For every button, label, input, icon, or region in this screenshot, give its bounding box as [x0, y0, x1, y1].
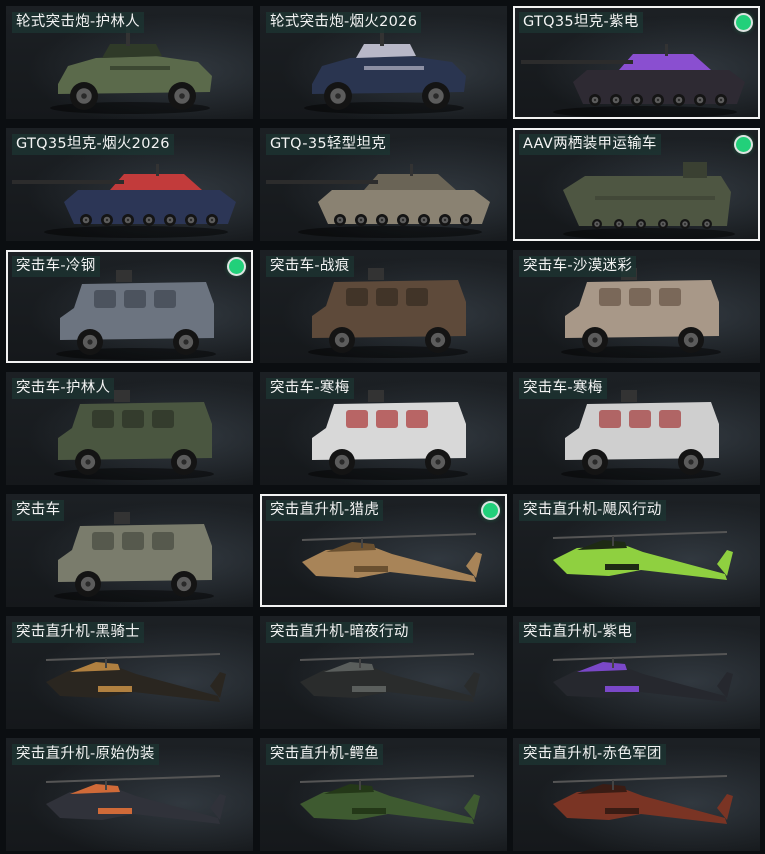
equipped-indicator-icon: [483, 503, 498, 518]
vehicle-skin-label: GTQ35坦克-烟火2026: [12, 134, 174, 155]
vehicle-skin-label: 突击直升机-暗夜行动: [266, 622, 413, 643]
vehicle-skin-card-19[interactable]: 突击直升机-原始伪装: [6, 738, 253, 851]
vehicle-skin-label: 突击直升机-鳄鱼: [266, 744, 384, 765]
vehicle-skin-label: AAV两栖装甲运输车: [519, 134, 661, 155]
equipped-indicator-icon: [736, 15, 751, 30]
vehicle-skin-label: 突击直升机-猎虎: [266, 500, 384, 521]
vehicle-skin-card-8[interactable]: 突击车-战痕: [260, 250, 507, 363]
vehicle-skin-card-13[interactable]: 突击车: [6, 494, 253, 607]
vehicle-skin-card-3[interactable]: GTQ35坦克-紫电: [513, 6, 760, 119]
vehicle-skin-label: 突击车-护林人: [12, 378, 115, 399]
vehicle-skin-label: 突击车-沙漠迷彩: [519, 256, 637, 277]
vehicle-skin-label: 突击车-寒梅: [266, 378, 354, 399]
vehicle-skin-label: GTQ35坦克-紫电: [519, 12, 643, 33]
vehicle-skin-label: 突击车-战痕: [266, 256, 354, 277]
vehicle-skin-label: 突击直升机-黑骑士: [12, 622, 144, 643]
vehicle-skin-card-11[interactable]: 突击车-寒梅: [260, 372, 507, 485]
vehicle-skin-card-21[interactable]: 突击直升机-赤色军团: [513, 738, 760, 851]
vehicle-skin-label: 突击直升机-飓风行动: [519, 500, 666, 521]
vehicle-skin-card-14[interactable]: 突击直升机-猎虎: [260, 494, 507, 607]
vehicle-skin-card-2[interactable]: 轮式突击炮-烟火2026: [260, 6, 507, 119]
equipped-indicator-icon: [736, 137, 751, 152]
vehicle-skin-card-4[interactable]: GTQ35坦克-烟火2026: [6, 128, 253, 241]
vehicle-skin-card-5[interactable]: GTQ-35轻型坦克: [260, 128, 507, 241]
vehicle-skin-card-7[interactable]: 突击车-冷钢: [6, 250, 253, 363]
vehicle-skin-grid: 轮式突击炮-护林人 轮式突击炮-烟火2026 GTQ35坦克-紫电 GTQ35坦…: [0, 0, 765, 854]
equipped-indicator-icon: [229, 259, 244, 274]
vehicle-skin-label: 轮式突击炮-护林人: [12, 12, 144, 33]
vehicle-skin-label: 突击车-寒梅: [519, 378, 607, 399]
vehicle-skin-label: 突击直升机-原始伪装: [12, 744, 159, 765]
vehicle-skin-card-20[interactable]: 突击直升机-鳄鱼: [260, 738, 507, 851]
vehicle-skin-label: 突击直升机-紫电: [519, 622, 637, 643]
vehicle-skin-card-17[interactable]: 突击直升机-暗夜行动: [260, 616, 507, 729]
vehicle-skin-label: 轮式突击炮-烟火2026: [266, 12, 422, 33]
vehicle-skin-label: 突击车: [12, 500, 65, 521]
vehicle-skin-label: 突击车-冷钢: [12, 256, 100, 277]
vehicle-skin-label: 突击直升机-赤色军团: [519, 744, 666, 765]
vehicle-skin-card-10[interactable]: 突击车-护林人: [6, 372, 253, 485]
vehicle-skin-card-16[interactable]: 突击直升机-黑骑士: [6, 616, 253, 729]
vehicle-skin-label: GTQ-35轻型坦克: [266, 134, 391, 155]
vehicle-skin-card-12[interactable]: 突击车-寒梅: [513, 372, 760, 485]
vehicle-skin-card-1[interactable]: 轮式突击炮-护林人: [6, 6, 253, 119]
vehicle-skin-card-18[interactable]: 突击直升机-紫电: [513, 616, 760, 729]
vehicle-skin-card-15[interactable]: 突击直升机-飓风行动: [513, 494, 760, 607]
vehicle-skin-card-6[interactable]: AAV两栖装甲运输车: [513, 128, 760, 241]
vehicle-skin-card-9[interactable]: 突击车-沙漠迷彩: [513, 250, 760, 363]
